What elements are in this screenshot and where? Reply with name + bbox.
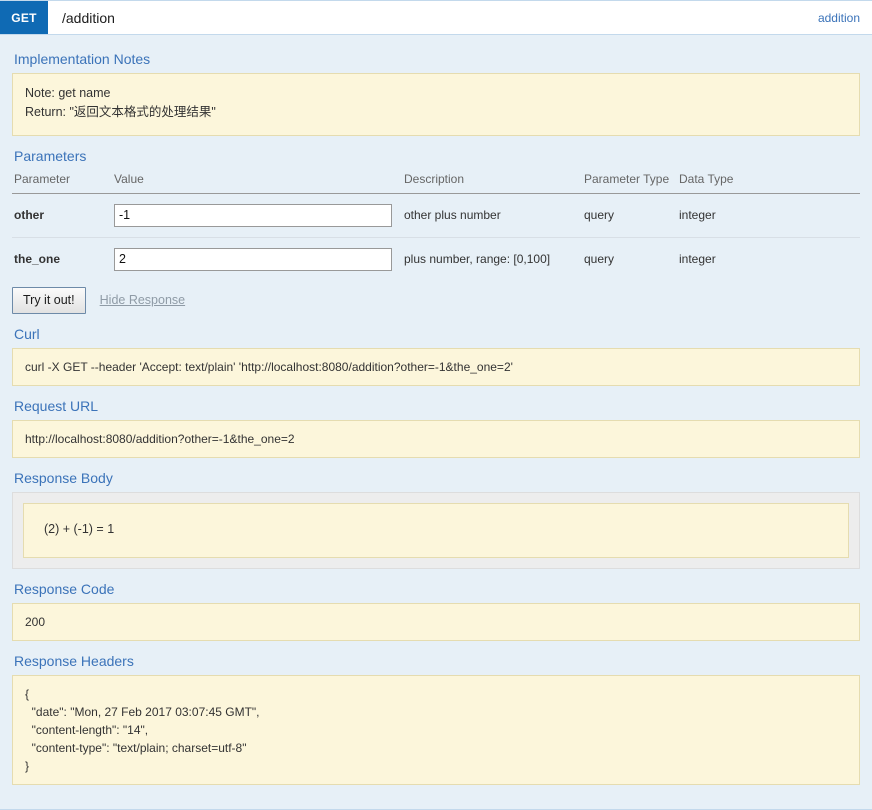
parameter-type: query bbox=[582, 193, 677, 238]
parameter-data-type: integer bbox=[679, 252, 716, 267]
column-header-parameter-type: Parameter Type bbox=[582, 169, 677, 194]
response-body-container: (2) + (-1) = 1 bbox=[12, 491, 860, 569]
response-headers-title: Response Headers bbox=[14, 652, 134, 669]
parameter-name: the_one bbox=[14, 252, 61, 267]
request-url-value: http://localhost:8080/addition?other=-1&… bbox=[12, 419, 860, 458]
column-header-data-type: Data Type bbox=[677, 169, 860, 194]
try-it-out-button[interactable]: Try it out! bbox=[12, 286, 86, 314]
column-header-description: Description bbox=[402, 169, 582, 194]
parameters-table-head: Parameter Value Description Parameter Ty… bbox=[12, 169, 860, 194]
http-method-badge: GET bbox=[0, 1, 48, 34]
operation-content: Implementation Notes Note: get name Retu… bbox=[0, 35, 872, 809]
parameter-description: other plus number bbox=[402, 193, 582, 238]
operation-panel: GET /addition addition Implementation No… bbox=[0, 0, 872, 810]
column-header-value: Value bbox=[112, 169, 402, 194]
operation-heading[interactable]: GET /addition addition bbox=[0, 1, 872, 35]
response-body-title: Response Body bbox=[14, 469, 113, 486]
submit-row: Try it out! Hide Response bbox=[12, 286, 860, 314]
curl-title: Curl bbox=[14, 325, 40, 342]
parameter-value-cell bbox=[112, 193, 402, 238]
response-code-title: Response Code bbox=[14, 580, 115, 597]
table-row: the_one plus number, range: [0,100] quer… bbox=[12, 237, 860, 281]
operation-tag-link[interactable]: addition bbox=[818, 1, 872, 34]
parameters-table: Parameter Value Description Parameter Ty… bbox=[12, 169, 860, 281]
response-code-value: 200 bbox=[12, 602, 860, 641]
parameter-description: plus number, range: [0,100] bbox=[404, 252, 551, 267]
curl-command: curl -X GET --header 'Accept: text/plain… bbox=[12, 347, 860, 386]
toggle-response-link[interactable]: Hide Response bbox=[100, 293, 185, 307]
parameter-type: query bbox=[584, 252, 615, 267]
parameter-data-type: integer bbox=[677, 193, 860, 238]
param-input-the-one[interactable] bbox=[114, 247, 392, 271]
table-row: other other plus number query integer bbox=[12, 193, 860, 238]
implementation-notes-title: Implementation Notes bbox=[14, 51, 151, 67]
response-headers-value: { "date": "Mon, 27 Feb 2017 03:07:45 GMT… bbox=[12, 674, 860, 785]
column-header-parameter: Parameter bbox=[12, 169, 112, 194]
request-url-title: Request URL bbox=[14, 397, 99, 414]
parameter-value-cell bbox=[112, 237, 402, 281]
implementation-notes-body: Note: get name Return: "返回文本格式的处理结果" bbox=[12, 73, 860, 136]
parameters-table-body: other other plus number query integer th… bbox=[12, 193, 860, 281]
response-body-value: (2) + (-1) = 1 bbox=[23, 502, 849, 558]
operation-path[interactable]: /addition bbox=[48, 1, 818, 34]
parameters-header-row: Parameter Value Description Parameter Ty… bbox=[12, 169, 860, 194]
bottom-spacer bbox=[12, 785, 860, 793]
param-input-other[interactable] bbox=[114, 203, 392, 227]
parameter-name: other bbox=[12, 193, 112, 238]
parameters-title: Parameters bbox=[14, 147, 87, 164]
